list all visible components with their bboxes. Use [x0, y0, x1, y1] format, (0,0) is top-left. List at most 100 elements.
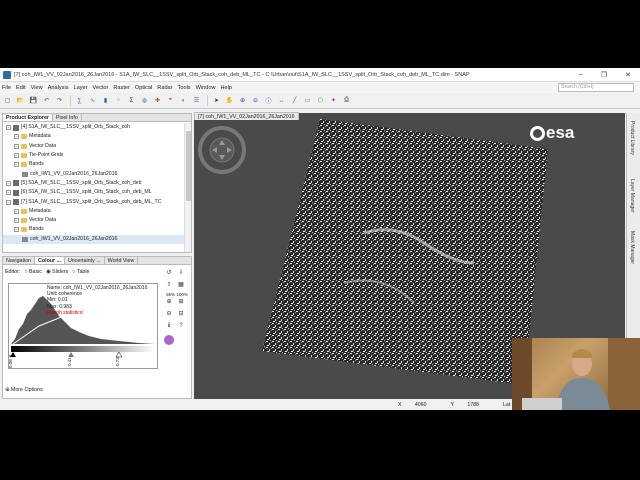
menu-window[interactable]: Window [196, 85, 216, 91]
band-maths-icon[interactable]: ∑ [74, 95, 85, 106]
pixel-info-icon[interactable]: ⓘ [263, 95, 274, 106]
menu-help[interactable]: Help [221, 85, 233, 91]
folder-icon [21, 208, 27, 214]
colour-histogram[interactable]: Name: coh_IW1_VV_02Jan2016_26Jan2016 Uni… [8, 283, 158, 369]
tab-navigation[interactable]: Navigation [3, 257, 36, 264]
close-button[interactable]: ✕ [625, 71, 631, 79]
image-view-tab[interactable]: [7] coh_IW1_VV_02Jan2016_26Jan2016 [194, 112, 299, 120]
more-options-link[interactable]: ⊕ More Options [5, 387, 43, 393]
tab-product-explorer[interactable]: Product Explorer [3, 114, 53, 121]
tab-layer-manager[interactable]: Layer Manager [629, 179, 635, 213]
expand-toggle-icon[interactable]: − [14, 218, 19, 224]
zoom-out-icon[interactable]: ⊖ [164, 310, 174, 320]
tree-item-product[interactable]: − [6] S1A_IW_SLC__1SSV_split_Orb_Stack_co… [3, 188, 184, 197]
radio-basic[interactable]: ○ Basic [24, 269, 42, 275]
draw-rect-icon[interactable]: ▭ [302, 95, 313, 106]
zoom-horizontal-icon[interactable]: ⊟ [176, 310, 186, 320]
menu-vector[interactable]: Vector [93, 85, 109, 91]
import-icon[interactable]: ⇩ [176, 269, 186, 279]
expand-toggle-icon[interactable]: − [14, 134, 19, 140]
zoom-out-icon[interactable]: ⊖ [250, 95, 261, 106]
draw-polygon-icon[interactable]: ⬠ [315, 95, 326, 106]
expand-toggle-icon[interactable]: − [14, 143, 19, 149]
tree-item-folder[interactable]: − Bands [3, 225, 184, 234]
statistics-icon[interactable]: Σ [126, 95, 137, 106]
multi-assign-icon[interactable]: ▦ [176, 281, 186, 291]
zoom-in-icon[interactable]: ⊕ [237, 95, 248, 106]
navigation-control[interactable] [197, 125, 247, 175]
redo-icon[interactable]: ↷ [54, 95, 65, 106]
maximize-button[interactable]: ❐ [601, 71, 607, 79]
pan-icon[interactable]: ✋ [224, 95, 235, 106]
menu-layer[interactable]: Layer [74, 85, 88, 91]
magic-wand-icon[interactable]: ✦ [328, 95, 339, 106]
tree-item-folder[interactable]: − Vector Data [3, 142, 184, 151]
menu-raster[interactable]: Raster [113, 85, 129, 91]
open-product-icon[interactable]: 📂 [15, 95, 26, 106]
pin-icon[interactable]: ⌖ [165, 95, 176, 106]
tab-mask-manager[interactable]: Mask Manager [629, 231, 635, 264]
spectrum-icon[interactable]: ∿ [87, 95, 98, 106]
histogram-icon[interactable]: ▮ [100, 95, 111, 106]
tab-colour-manipulation[interactable]: Colour ... [35, 257, 65, 264]
radio-table[interactable]: ○ Table [72, 269, 89, 275]
menu-view[interactable]: View [31, 85, 43, 91]
zoom-vertical-icon[interactable]: ⊞ [176, 298, 186, 308]
scatter-icon[interactable]: ⁘ [113, 95, 124, 106]
expand-toggle-icon[interactable]: − [6, 199, 11, 205]
select-icon[interactable]: ➤ [211, 95, 222, 106]
screenshot-icon[interactable]: ⎙ [341, 95, 352, 106]
tree-item-label: Bands [29, 226, 44, 233]
save-icon[interactable]: 💾 [28, 95, 39, 106]
radio-sliders[interactable]: ◉ Sliders [46, 269, 68, 275]
layer-icon[interactable]: ☰ [191, 95, 202, 106]
help-icon[interactable]: ? [176, 323, 186, 333]
new-product-icon[interactable]: ▢ [2, 95, 13, 106]
tab-uncertainty[interactable]: Uncertainty ... [65, 257, 105, 264]
zoom-in-icon[interactable]: ⊕ [164, 298, 174, 308]
minimize-button[interactable]: – [579, 71, 583, 79]
slider-high-value[interactable]: 0.73 [115, 357, 120, 366]
expand-toggle-icon[interactable]: − [14, 153, 19, 159]
export-icon[interactable]: ⇧ [164, 281, 174, 291]
tree-item-folder[interactable]: − Tie-Point Grids [3, 151, 184, 160]
search-input[interactable]: Search (Ctrl+I) [558, 83, 634, 92]
menu-tools[interactable]: Tools [178, 85, 191, 91]
tree-item-product[interactable]: − [7] S1A_IW_SLC__1SSV_split_Orb_Stack_co… [3, 197, 184, 206]
tree-item-band[interactable]: coh_IW1_VV_02Jan2016_26Jan2016 [3, 169, 184, 178]
world-map-icon[interactable]: ◍ [139, 95, 150, 106]
tree-scrollbar[interactable] [184, 123, 191, 252]
expand-toggle-icon[interactable]: − [6, 190, 11, 196]
scrollbar-thumb[interactable] [186, 131, 191, 201]
tree-item-folder[interactable]: − Metadata [3, 132, 184, 141]
tab-product-library[interactable]: Product Library [629, 121, 635, 155]
tree-item-folder[interactable]: − Bands [3, 160, 184, 169]
menu-analysis[interactable]: Analysis [48, 85, 69, 91]
colour-icon[interactable]: ◐ [178, 95, 189, 106]
menu-optical[interactable]: Optical [135, 85, 152, 91]
menu-file[interactable]: File [2, 85, 11, 91]
menu-radar[interactable]: Radar [157, 85, 172, 91]
slider-low-value[interactable]: 0.0E-3 [8, 355, 13, 368]
range-finder-icon[interactable]: ↔ [276, 95, 287, 106]
tree-item-folder[interactable]: − Metadata [3, 207, 184, 216]
expand-toggle-icon[interactable]: − [6, 125, 11, 131]
slider-mid-value[interactable]: 0.41 [67, 357, 72, 366]
tree-item-product[interactable]: − [5] S1A_IW_SLC__1SSV_split_Orb_Stack_co… [3, 179, 184, 188]
draw-line-icon[interactable]: ╱ [289, 95, 300, 106]
colour-palette-icon[interactable] [164, 335, 174, 345]
gcp-icon[interactable]: ✚ [152, 95, 163, 106]
tree-item-band[interactable]: coh_IW1_VV_02Jan2016_26Jan2016 [3, 234, 184, 244]
expand-toggle-icon[interactable]: − [14, 227, 19, 233]
reset-icon[interactable]: ↺ [164, 269, 174, 279]
tab-world-view[interactable]: World View [105, 257, 139, 264]
tab-pixel-info[interactable]: Pixel Info [53, 114, 82, 121]
expand-toggle-icon[interactable]: − [14, 162, 19, 168]
tree-item-product[interactable]: − [4] S1A_IW_SLC__1SSV_split_Orb_Stack_co… [3, 123, 184, 132]
expand-toggle-icon[interactable]: − [14, 208, 19, 214]
menu-edit[interactable]: Edit [16, 85, 26, 91]
tree-item-folder[interactable]: − Vector Data [3, 216, 184, 225]
expand-toggle-icon[interactable]: − [6, 180, 11, 186]
undo-icon[interactable]: ↶ [41, 95, 52, 106]
info-icon[interactable]: ℹ [164, 322, 174, 332]
